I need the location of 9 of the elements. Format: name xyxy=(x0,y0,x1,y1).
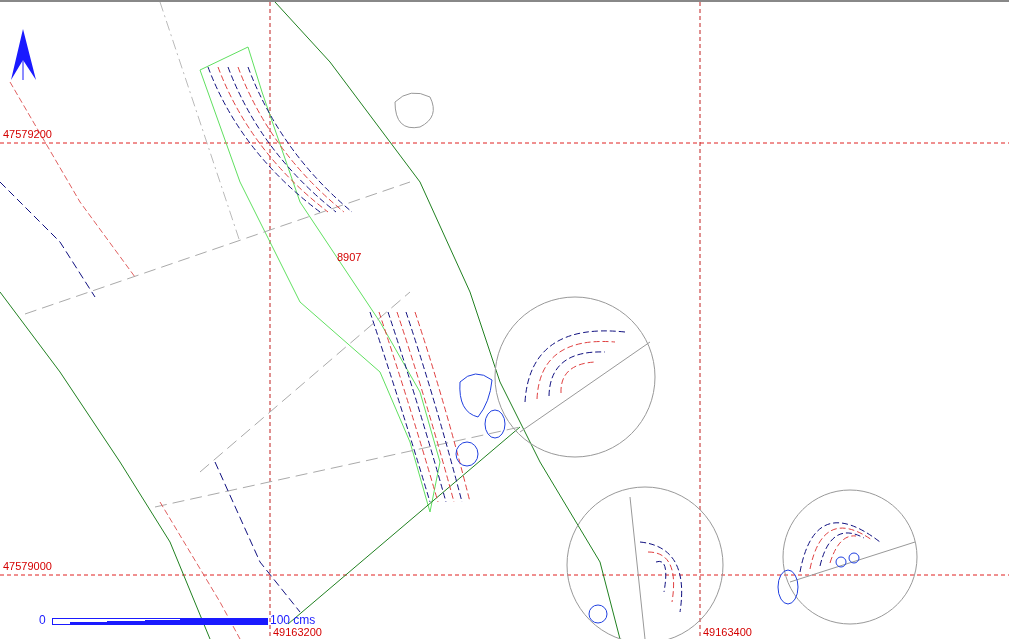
easting-label: 49163400 xyxy=(703,626,752,638)
northing-label: 47579000 xyxy=(3,560,52,572)
scale-end-label: 100 cms xyxy=(270,613,316,627)
scale-start-label: 0 xyxy=(39,613,46,627)
scale-bar-icon xyxy=(52,618,268,625)
north-arrow-icon xyxy=(11,29,36,81)
easting-label: 49163200 xyxy=(273,626,322,638)
parcel-label: 8907 xyxy=(337,251,362,263)
northing-label: 47579200 xyxy=(3,128,52,140)
